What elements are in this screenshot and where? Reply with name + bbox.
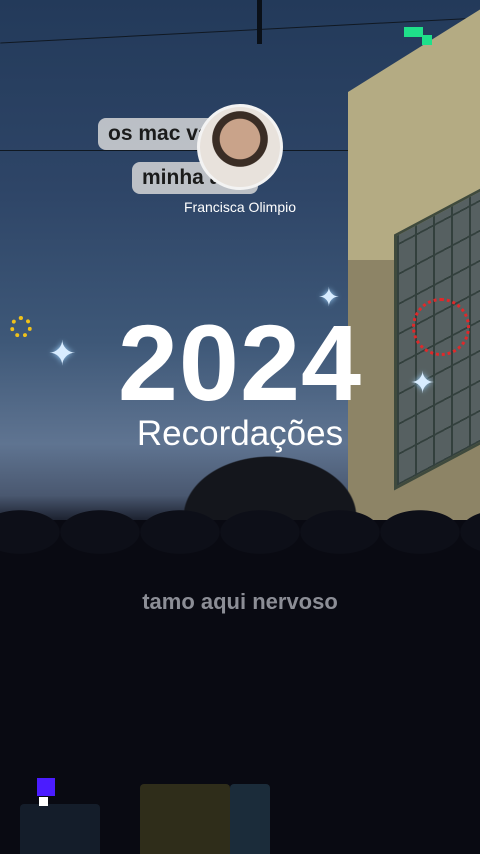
laundry-cloth	[140, 784, 230, 854]
memories-subtitle: Recordações	[136, 414, 344, 453]
laundry-cloth	[230, 784, 270, 854]
roof-tiles	[0, 500, 480, 570]
story-view[interactable]: os mac vadiu minha a🥰 Francisca Olimpio …	[0, 0, 480, 854]
caption-text: tamo aqui nervoso	[142, 589, 338, 614]
purple-square-icon	[37, 778, 55, 796]
avatar[interactable]	[197, 104, 283, 190]
pole	[257, 0, 262, 44]
white-square-icon	[39, 797, 48, 806]
laundry-cloth	[20, 804, 100, 854]
year-title: 2024	[117, 302, 363, 423]
username[interactable]: Francisca Olimpio	[0, 199, 480, 215]
